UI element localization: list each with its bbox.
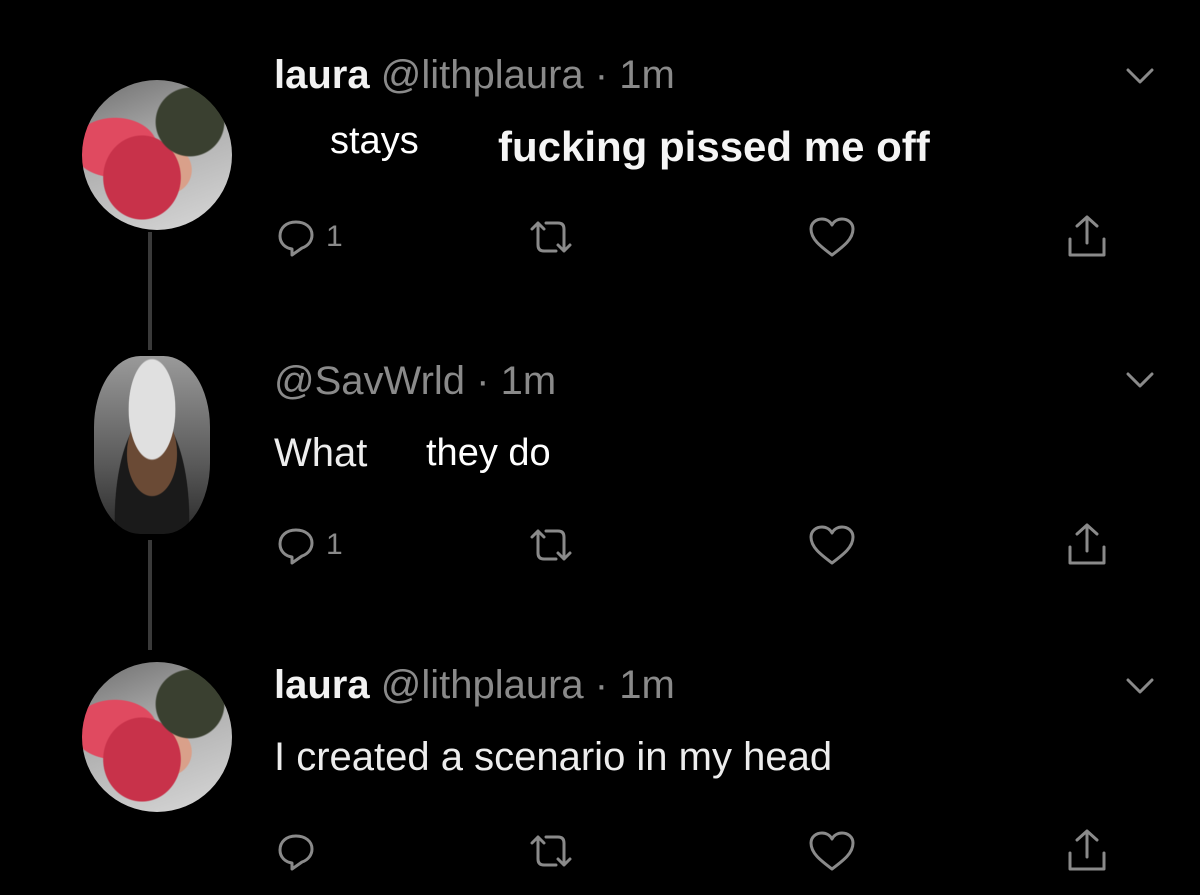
avatar[interactable]	[82, 662, 232, 812]
user-handle[interactable]: @lithplaura	[381, 663, 584, 707]
separator-dot: ·	[594, 663, 609, 707]
retweet-button[interactable]	[524, 826, 578, 876]
tweet-text: I created a scenario in my head	[274, 735, 833, 779]
display-name[interactable]: laura	[274, 663, 370, 707]
like-icon	[809, 831, 855, 871]
reply-icon	[278, 834, 314, 871]
tweet-header: laura @lithplaura · 1m	[274, 662, 675, 708]
share-icon	[1068, 829, 1106, 871]
timestamp[interactable]: 1m	[619, 663, 675, 707]
retweet-icon	[530, 835, 572, 867]
tweet-actions	[274, 826, 1154, 876]
tweet[interactable]: laura @lithplaura · 1m I created a scena…	[0, 0, 1200, 895]
chevron-down-icon[interactable]	[1122, 668, 1158, 704]
share-button[interactable]	[1064, 826, 1110, 876]
reply-button[interactable]	[274, 826, 326, 876]
like-button[interactable]	[806, 826, 858, 876]
